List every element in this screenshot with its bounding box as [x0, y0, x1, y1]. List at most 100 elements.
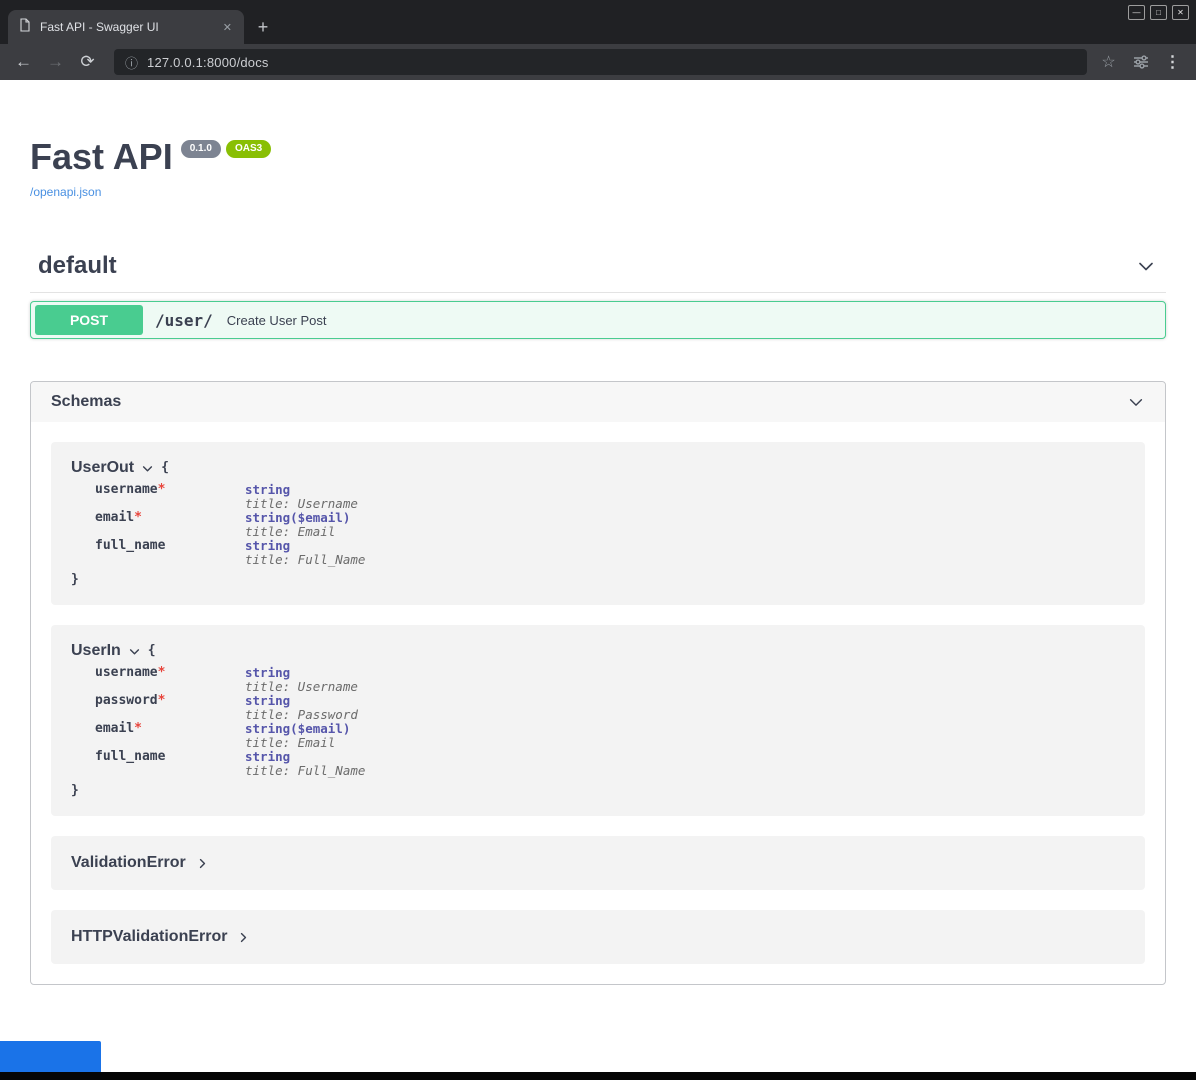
chevron-down-icon[interactable] — [1127, 393, 1145, 411]
tune-icon[interactable] — [1127, 49, 1154, 76]
site-info-icon[interactable]: ⓘ — [125, 53, 138, 72]
open-brace: { — [161, 461, 169, 475]
close-brace: } — [71, 573, 1125, 587]
model-userin: UserIn { username* string title: Usernam… — [51, 625, 1145, 816]
minimize-button[interactable]: — — [1128, 5, 1145, 20]
property-row: password* string title: Password — [95, 694, 365, 722]
minimize-icon: — — [1133, 9, 1141, 17]
api-title-text: Fast API — [30, 135, 173, 179]
property-title-attr: title: Email — [245, 525, 365, 539]
forward-icon[interactable]: → — [42, 49, 69, 76]
window-bottom-edge — [0, 1072, 1196, 1080]
property-name: email — [95, 510, 134, 525]
close-button[interactable]: ✕ — [1172, 5, 1189, 20]
property-name: password — [95, 693, 158, 708]
property-type: string($email) — [245, 722, 365, 736]
maximize-button[interactable]: □ — [1150, 5, 1167, 20]
tab-close-icon[interactable]: ✕ — [219, 19, 236, 36]
tab-title: Fast API - Swagger UI — [40, 20, 211, 34]
chevron-right-icon — [196, 857, 209, 870]
property-row: email* string($email) title: Email — [95, 511, 365, 539]
endpoint-path: /user/ — [155, 311, 213, 330]
model-title[interactable]: UserIn — [71, 642, 121, 660]
chevron-down-icon[interactable] — [141, 462, 154, 475]
property-title-attr: title: Full_Name — [245, 764, 365, 778]
schemas-section: Schemas UserOut { — [30, 381, 1166, 985]
property-row: full_name string title: Full_Name — [95, 750, 365, 778]
tabstrip: Fast API - Swagger UI ✕ + — [8, 10, 278, 44]
endpoint-post-user[interactable]: POST /user/ Create User Post — [30, 301, 1166, 339]
reload-icon[interactable]: ⟳ — [74, 49, 101, 76]
page-title: Fast API 0.1.0 OAS3 — [30, 135, 1166, 179]
property-name: email — [95, 721, 134, 736]
property-name: username — [95, 482, 158, 497]
schemas-title: Schemas — [51, 393, 121, 411]
method-badge: POST — [35, 305, 143, 335]
model-title: HTTPValidationError — [71, 928, 227, 946]
model-userout: UserOut { username* string title: Userna… — [51, 442, 1145, 605]
required-star: * — [158, 665, 166, 680]
close-icon: ✕ — [1177, 9, 1184, 17]
property-type: string — [245, 539, 365, 553]
new-tab-button[interactable]: + — [248, 13, 278, 41]
required-star: * — [158, 482, 166, 497]
property-type: string — [245, 666, 365, 680]
browser-window: — □ ✕ Fast API - Swagger UI ✕ + ← → ⟳ ⓘ … — [0, 0, 1196, 1080]
property-row: full_name string title: Full_Name — [95, 539, 365, 567]
schemas-header[interactable]: Schemas — [31, 382, 1165, 422]
tag-section-default[interactable]: default — [30, 252, 1166, 293]
model-title[interactable]: UserOut — [71, 459, 134, 477]
model-title: ValidationError — [71, 854, 186, 872]
tag-title: default — [38, 252, 117, 280]
open-brace: { — [148, 644, 156, 658]
window-controls: — □ ✕ — [1128, 5, 1189, 20]
property-type: string($email) — [245, 511, 365, 525]
property-name: username — [95, 665, 158, 680]
property-type: string — [245, 483, 365, 497]
property-row: username* string title: Username — [95, 483, 365, 511]
property-title-attr: title: Password — [245, 708, 365, 722]
address-bar[interactable]: ⓘ 127.0.0.1:8000/docs — [114, 49, 1087, 75]
url-text: 127.0.0.1:8000/docs — [147, 55, 269, 70]
property-type: string — [245, 750, 365, 764]
model-properties: username* string title: Username email* … — [95, 483, 365, 567]
property-name: full_name — [95, 538, 165, 553]
close-brace: } — [71, 784, 1125, 798]
property-title-attr: title: Email — [245, 736, 365, 750]
openapi-spec-link[interactable]: /openapi.json — [30, 185, 101, 199]
model-httpvalidationerror[interactable]: HTTPValidationError — [51, 910, 1145, 964]
swagger-page: Fast API 0.1.0 OAS3 /openapi.json defaul… — [0, 80, 1196, 1072]
title-badges: 0.1.0 OAS3 — [181, 140, 271, 158]
titlebar: — □ ✕ Fast API - Swagger UI ✕ + — [0, 0, 1196, 44]
version-badge: 0.1.0 — [181, 140, 221, 158]
bookmark-star-icon[interactable]: ☆ — [1095, 49, 1122, 76]
model-head: UserIn { — [71, 642, 1125, 660]
schemas-body: UserOut { username* string title: Userna… — [31, 422, 1165, 984]
browser-tab[interactable]: Fast API - Swagger UI ✕ — [8, 10, 244, 44]
property-row: username* string title: Username — [95, 666, 365, 694]
toolbar-right: ☆ ⋮ — [1095, 49, 1186, 76]
chevron-down-icon[interactable] — [128, 645, 141, 658]
property-title-attr: title: Username — [245, 497, 365, 511]
status-bubble — [0, 1041, 101, 1072]
browser-menu-icon[interactable]: ⋮ — [1159, 49, 1186, 76]
oas3-badge: OAS3 — [226, 140, 271, 158]
property-type: string — [245, 694, 365, 708]
model-properties: username* string title: Username passwor… — [95, 666, 365, 778]
model-validationerror[interactable]: ValidationError — [51, 836, 1145, 890]
chevron-right-icon — [237, 931, 250, 944]
required-star: * — [134, 721, 142, 736]
back-icon[interactable]: ← — [10, 49, 37, 76]
required-star: * — [134, 510, 142, 525]
property-row: email* string($email) title: Email — [95, 722, 365, 750]
property-name: full_name — [95, 749, 165, 764]
chevron-down-icon[interactable] — [1136, 256, 1156, 276]
page-icon — [18, 18, 32, 37]
endpoint-summary: Create User Post — [227, 313, 327, 328]
property-title-attr: title: Full_Name — [245, 553, 365, 567]
api-info: Fast API 0.1.0 OAS3 /openapi.json — [30, 80, 1166, 201]
maximize-icon: □ — [1156, 9, 1161, 17]
model-head: UserOut { — [71, 459, 1125, 477]
property-title-attr: title: Username — [245, 680, 365, 694]
browser-toolbar: ← → ⟳ ⓘ 127.0.0.1:8000/docs ☆ ⋮ — [0, 44, 1196, 80]
